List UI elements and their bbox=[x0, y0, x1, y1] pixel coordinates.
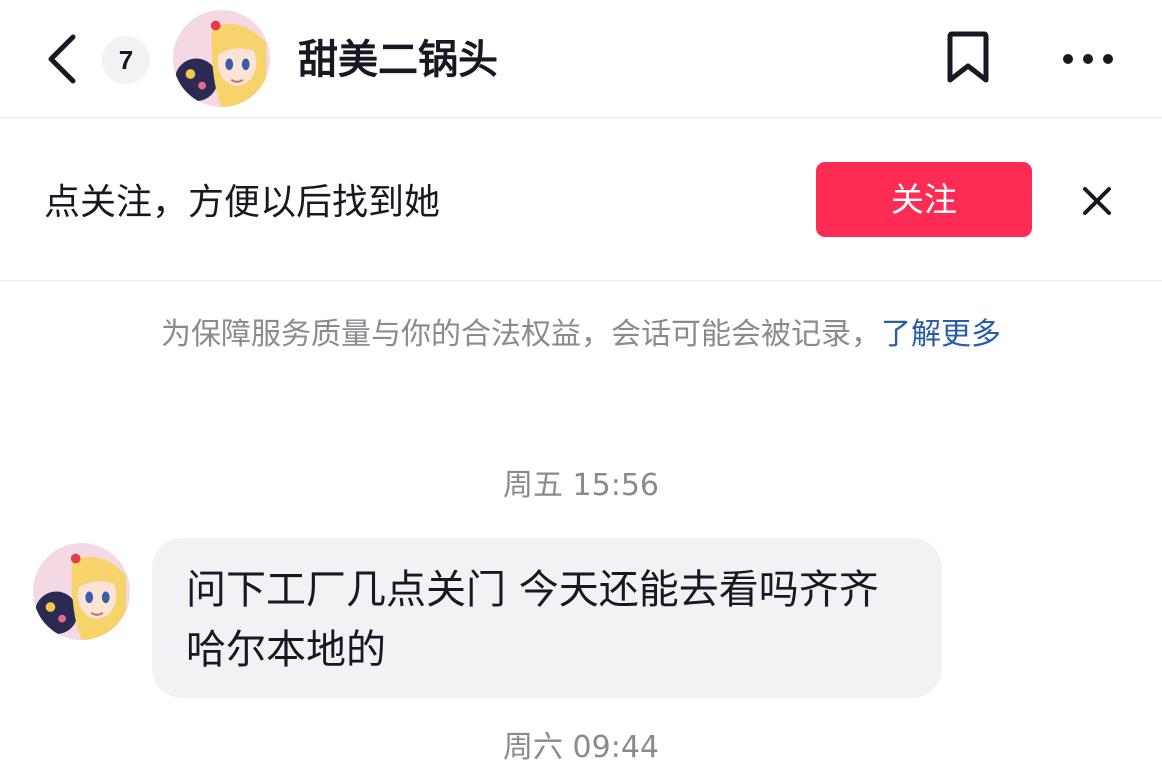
chevron-left-icon bbox=[48, 34, 76, 84]
learn-more-link[interactable]: 了解更多 bbox=[881, 317, 1001, 352]
close-icon bbox=[1083, 187, 1111, 215]
contact-name[interactable]: 甜美二锅头 bbox=[298, 30, 498, 90]
close-follow-bar-button[interactable] bbox=[1074, 178, 1120, 224]
follow-button[interactable]: 关注 bbox=[816, 162, 1032, 237]
message-timestamp: 周五 15:56 bbox=[503, 468, 659, 503]
bookmark-icon bbox=[947, 31, 989, 83]
more-options-button[interactable] bbox=[1056, 34, 1120, 84]
bookmark-button[interactable] bbox=[936, 26, 1000, 90]
top-bar: 7 甜美二锅头 bbox=[0, 0, 1162, 118]
sender-avatar[interactable] bbox=[33, 543, 130, 640]
privacy-notice: 为保障服务质量与你的合法权益，会话可能会被记录，了解更多 bbox=[120, 306, 1042, 364]
privacy-notice-text: 为保障服务质量与你的合法权益，会话可能会被记录， bbox=[161, 317, 881, 352]
back-button[interactable] bbox=[40, 32, 84, 86]
message-bubble[interactable]: 问下工厂几点关门 今天还能去看吗齐齐哈尔本地的 bbox=[152, 538, 942, 698]
unread-count-badge: 7 bbox=[102, 36, 150, 84]
follow-prompt-text: 点关注，方便以后找到她 bbox=[44, 182, 441, 223]
next-message-timestamp: 周六 09:44 bbox=[503, 730, 659, 765]
follow-suggestion-bar: 点关注，方便以后找到她 关注 bbox=[0, 118, 1162, 281]
contact-avatar[interactable] bbox=[173, 10, 270, 107]
more-horizontal-icon bbox=[1063, 54, 1113, 64]
